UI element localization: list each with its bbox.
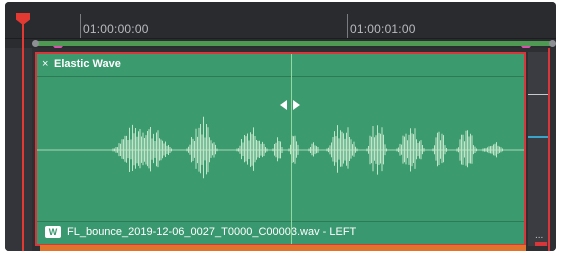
range-end-handle[interactable]: [549, 40, 556, 47]
audio-waveform-icon: W: [45, 226, 61, 238]
adjacent-clip[interactable]: [528, 52, 548, 246]
clip-edge-marker: [548, 48, 550, 251]
stretch-marker-line[interactable]: [291, 54, 292, 244]
playhead-line[interactable]: [22, 24, 24, 251]
audio-waveform: [37, 116, 524, 179]
more-icon[interactable]: ...: [535, 230, 543, 241]
track-end-marker: [535, 242, 547, 246]
clip-title: Elastic Wave: [54, 58, 121, 70]
timecode-label-start: 01:00:00:00: [83, 22, 149, 36]
close-icon[interactable]: ×: [42, 58, 48, 71]
ruler-tick: [80, 14, 81, 38]
waveform-peaks: [112, 116, 503, 179]
clip-footer: W FL_bounce_2019-12-06_0027_T0000_C00003…: [37, 221, 524, 244]
timecode-label-second: 01:00:01:00: [350, 22, 416, 36]
render-range-bar[interactable]: [35, 41, 553, 46]
timeline-panel: 01:00:00:00 01:00:01:00 × Elastic Wave W…: [5, 2, 556, 251]
adjacent-clip-waveform: [528, 136, 548, 138]
clip-filename: FL_bounce_2019-12-06_0027_T0000_C00003.w…: [67, 226, 357, 238]
audio-clip[interactable]: × Elastic Wave W FL_bounce_2019-12-06_00…: [35, 52, 526, 246]
timecode-ruler[interactable]: 01:00:00:00 01:00:01:00: [5, 2, 556, 39]
track-gutter: [5, 48, 32, 251]
next-track-clip[interactable]: [40, 245, 526, 251]
adjacent-clip-level-line: [528, 94, 548, 95]
range-start-handle[interactable]: [32, 40, 39, 47]
ruler-tick: [347, 14, 348, 38]
stretch-cursor-icon: [280, 100, 300, 110]
clip-header: × Elastic Wave: [37, 54, 524, 77]
